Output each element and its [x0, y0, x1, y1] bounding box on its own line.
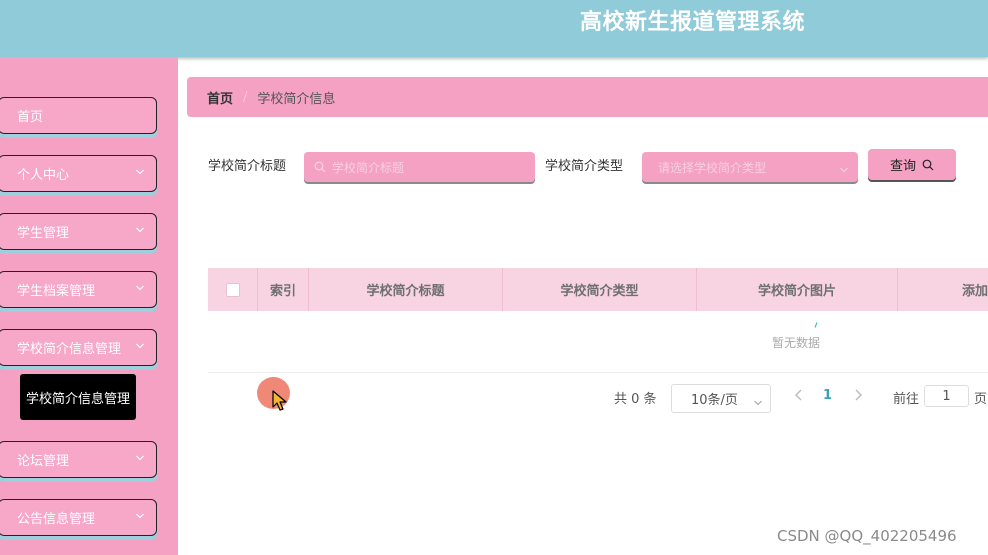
table-header: 索引 学校简介标题 学校简介类型 学校简介图片 添加 — [208, 268, 988, 311]
prev-page-icon[interactable] — [793, 388, 805, 402]
page-size-select[interactable]: 10条/页 — [671, 384, 771, 413]
column-header-added[interactable]: 添加 — [898, 268, 988, 311]
empty-data-text: 暂无数据 — [772, 336, 821, 350]
chevron-down-icon — [136, 168, 144, 176]
watermark: CSDN @QQ_402205496 — [777, 527, 957, 545]
query-button-label: 查询 — [889, 159, 916, 174]
title-search-placeholder: 学校简介标题 — [332, 160, 405, 175]
type-filter-label: 学校简介类型 — [545, 159, 624, 174]
breadcrumb: 首页 / 学校简介信息 — [187, 77, 988, 117]
sidebar-item-label: 个人中心 — [17, 168, 70, 183]
sidebar-item-label: 论坛管理 — [17, 454, 70, 469]
sidebar-item-label: 学生管理 — [17, 226, 70, 241]
breadcrumb-separator: / — [243, 89, 248, 105]
sidebar-item-forum-management[interactable]: 论坛管理 — [0, 441, 157, 478]
pagination-total: 共 0 条 — [614, 392, 657, 407]
type-select-placeholder: 请选择学校简介类型 — [658, 160, 767, 175]
cursor-arrow-icon — [272, 390, 287, 411]
sidebar-item-label: 首页 — [17, 110, 44, 125]
sidebar-item-school-intro-management[interactable]: 学校简介信息管理 — [0, 329, 157, 366]
column-header-index[interactable]: 索引 — [258, 268, 309, 311]
page-size-value: 10条/页 — [691, 393, 738, 408]
chevron-down-icon — [840, 163, 848, 177]
sidebar-item-label: 学生档案管理 — [17, 284, 96, 299]
breadcrumb-home[interactable]: 首页 — [207, 88, 233, 107]
sidebar-item-notice-management[interactable]: 公告信息管理 — [0, 499, 157, 536]
sidebar-item-student-management[interactable]: 学生管理 — [0, 213, 157, 250]
sidebar-item-label: 公告信息管理 — [17, 512, 96, 527]
chevron-down-icon — [136, 342, 144, 350]
next-page-icon[interactable] — [852, 388, 864, 402]
table-bottom-border — [208, 372, 988, 373]
search-icon — [314, 161, 326, 173]
sidebar-item-personal-center[interactable]: 个人中心 — [0, 155, 157, 192]
chevron-down-icon — [136, 512, 144, 520]
column-header-title[interactable]: 学校简介标题 — [309, 268, 503, 311]
search-icon — [922, 159, 934, 171]
sidebar-item-student-archive[interactable]: 学生档案管理 — [0, 271, 157, 308]
sidebar: 首页 个人中心 学生管理 学生档案管理 学校简介信息管理 学校简介信息管理 论坛… — [0, 57, 178, 555]
chevron-down-icon — [136, 454, 144, 462]
goto-suffix: 页 — [974, 392, 988, 407]
empty-data-icon — [814, 322, 818, 328]
top-header: 高校新生报道管理系统 — [0, 0, 988, 57]
title-filter-label: 学校简介标题 — [208, 159, 287, 174]
query-button[interactable]: 查询 — [868, 149, 956, 180]
page-number-1[interactable]: 1 — [823, 388, 832, 403]
breadcrumb-current: 学校简介信息 — [257, 91, 336, 107]
column-header-image[interactable]: 学校简介图片 — [697, 268, 898, 311]
chevron-down-icon — [754, 396, 762, 411]
sidebar-item-home[interactable]: 首页 — [0, 97, 157, 134]
sidebar-item-label: 学校简介信息管理 — [17, 342, 122, 357]
select-all-checkbox[interactable] — [225, 282, 240, 297]
chevron-down-icon — [136, 226, 144, 234]
goto-page-input[interactable] — [924, 385, 969, 407]
title-search-input[interactable]: 学校简介标题 — [304, 152, 535, 182]
app-title: 高校新生报道管理系统 — [580, 10, 806, 35]
type-select[interactable]: 请选择学校简介类型 — [642, 152, 858, 182]
column-header-type[interactable]: 学校简介类型 — [503, 268, 697, 311]
goto-label: 前往 — [893, 392, 920, 407]
sidebar-subitem-school-intro[interactable]: 学校简介信息管理 — [20, 374, 136, 420]
select-all-cell — [208, 268, 258, 311]
chevron-down-icon — [136, 284, 144, 292]
